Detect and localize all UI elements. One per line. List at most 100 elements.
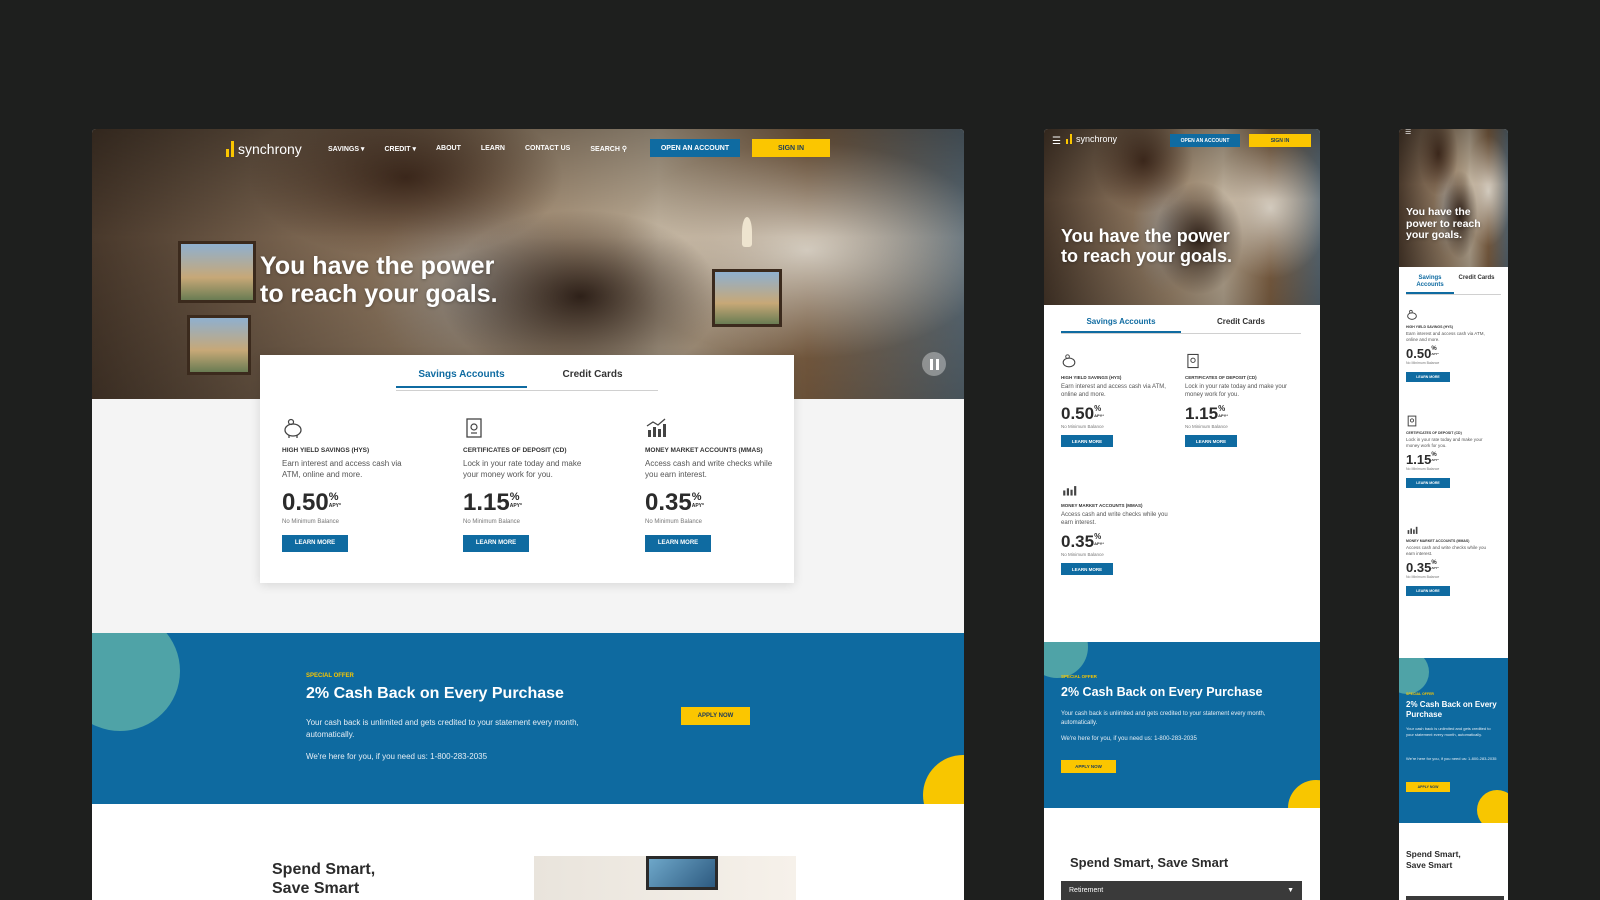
learn-more-button[interactable]: LEARN MORE <box>1061 563 1113 576</box>
hero-image <box>1044 129 1320 305</box>
chart-icon <box>646 418 666 437</box>
nav-savings[interactable]: SAVINGS ▾ <box>328 145 364 153</box>
hero-title: You have the power to reach your goals. <box>260 252 498 308</box>
product-description: Lock in your rate today and make your mo… <box>1406 437 1483 448</box>
tab-credit-cards[interactable]: Credit Cards <box>1181 317 1301 333</box>
product-note: No Minimum Balance <box>1061 552 1104 558</box>
product-mmas: MONEY MARKET ACCOUNTS (MMAS) Access cash… <box>1406 523 1501 597</box>
learn-more-button[interactable]: LEARN MORE <box>645 534 711 552</box>
decor-circle <box>1288 780 1320 808</box>
promo-body: Your cash back is unlimited and gets cre… <box>306 718 579 739</box>
tab-credit-cards[interactable]: Credit Cards <box>527 369 658 388</box>
brand-name: synchrony <box>238 141 302 157</box>
learn-more-button[interactable]: LEARN MORE <box>282 534 348 552</box>
wall-lamp <box>742 217 752 247</box>
framed-picture <box>646 856 718 890</box>
apply-now-button[interactable]: APPLY NOW <box>681 707 750 725</box>
hamburger-menu-icon[interactable]: ☰ <box>1405 129 1411 136</box>
decor-circle <box>92 633 180 731</box>
product-title: CERTIFICATES OF DEPOSIT (CD) <box>1406 431 1462 435</box>
product-description: Lock in your rate today and make your mo… <box>1185 384 1288 399</box>
product-tabs: Savings Accounts Credit Cards <box>1406 275 1499 295</box>
hamburger-menu-icon[interactable]: ☰ <box>1052 136 1061 147</box>
learn-more-button[interactable]: LEARN MORE <box>1406 371 1450 382</box>
product-title: MONEY MARKET ACCOUNTS (MMAS) <box>645 447 763 454</box>
rate-suffix: % APY* <box>692 489 704 509</box>
category-dropdown[interactable]: Retirement ▼ <box>1061 881 1302 900</box>
learn-more-button[interactable]: LEARN MORE <box>1185 435 1237 448</box>
product-tabs: Savings Accounts Credit Cards <box>396 369 658 388</box>
apply-now-button[interactable]: APPLY NOW <box>1061 760 1116 773</box>
certificate-icon <box>1407 415 1417 427</box>
main-nav: SAVINGS ▾ CREDIT ▾ ABOUT LEARN CONTACT U… <box>328 145 627 153</box>
promo-title: 2% Cash Back on Every Purchase <box>1061 685 1263 699</box>
products-card: Savings Accounts Credit Cards HIGH YIELD… <box>260 355 794 583</box>
product-note: No Minimum Balance <box>282 518 340 525</box>
promo-phone: We're here for you, if you need us: 1-80… <box>1406 756 1497 761</box>
sign-in-button[interactable]: SIGN IN <box>752 139 830 157</box>
learn-more-button[interactable]: LEARN MORE <box>1061 435 1113 448</box>
sign-in-button[interactable]: SIGN IN <box>1249 134 1311 147</box>
hero-title: You have the power to reach your goals. <box>1061 226 1233 266</box>
product-rate: 0.35 % APY* <box>645 489 795 517</box>
product-rate: 0.50 % APY* <box>282 489 432 517</box>
spend-smart-title: Spend Smart, Save Smart <box>272 861 376 898</box>
product-title: CERTIFICATES OF DEPOSIT (CD) <box>463 447 567 454</box>
nav-credit[interactable]: CREDIT ▾ <box>384 145 416 153</box>
tab-divider <box>396 390 658 391</box>
rate-value: 0.35 <box>1061 532 1095 552</box>
logo-mark-icon <box>1066 134 1072 144</box>
product-description: Access cash and write checks while you e… <box>1061 512 1168 527</box>
tab-savings-accounts[interactable]: Savings Accounts <box>396 369 527 388</box>
spend-smart-title: Spend Smart, Save Smart <box>1070 855 1229 870</box>
product-title: MONEY MARKET ACCOUNTS (MMAS) <box>1061 503 1143 508</box>
product-note: No Minimum Balance <box>1061 424 1104 430</box>
brand-logo[interactable]: synchrony <box>226 141 302 157</box>
piggy-bank-icon <box>1062 354 1076 368</box>
tab-credit-cards[interactable]: Credit Cards <box>1454 275 1499 294</box>
learn-more-button[interactable]: LEARN MORE <box>1406 585 1450 596</box>
product-description: Lock in your rate today and make your mo… <box>463 459 582 479</box>
nav-contact-us[interactable]: CONTACT US <box>525 145 570 153</box>
rate-suffix: % APY* <box>510 489 522 509</box>
product-note: No Minimum Balance <box>645 518 703 525</box>
chevron-down-icon: ▼ <box>1287 887 1294 894</box>
apply-now-button[interactable]: APPLY NOW <box>1406 782 1450 792</box>
tab-savings-accounts[interactable]: Savings Accounts <box>1061 317 1181 333</box>
percent-sign: % <box>1094 532 1102 542</box>
wall-picture <box>178 241 256 303</box>
rate-suffix: % APY* <box>1218 404 1228 418</box>
learn-more-button[interactable]: LEARN MORE <box>1406 477 1450 488</box>
product-title: CERTIFICATES OF DEPOSIT (CD) <box>1185 375 1257 380</box>
nav-about[interactable]: ABOUT <box>436 145 461 153</box>
brand-logo[interactable]: synchrony <box>1066 134 1117 144</box>
product-note: No Minimum Balance <box>1406 360 1440 365</box>
product-hys: HIGH YIELD SAVINGS (HYS) Earn interest a… <box>282 417 432 552</box>
nav-learn[interactable]: LEARN <box>481 145 505 153</box>
desktop-mockup: synchrony SAVINGS ▾ CREDIT ▾ ABOUT LEARN… <box>92 129 964 900</box>
rate-value: 1.15 <box>463 488 510 516</box>
tab-savings-accounts[interactable]: Savings Accounts <box>1406 275 1454 295</box>
rate-value: 0.50 <box>1061 404 1095 424</box>
apy-label: APY* <box>1094 541 1104 547</box>
open-account-button[interactable]: OPEN AN ACCOUNT <box>650 139 740 157</box>
pause-button[interactable] <box>922 352 946 376</box>
learn-more-button[interactable]: LEARN MORE <box>463 534 529 552</box>
product-note: No Minimum Balance <box>1406 574 1440 579</box>
chart-icon <box>1063 486 1077 496</box>
spend-smart-title: Spend Smart, Save Smart <box>1406 849 1461 871</box>
rate-suffix: % APY* <box>1431 452 1438 462</box>
wall-picture <box>187 315 251 375</box>
nav-search[interactable]: SEARCH ⚲ <box>590 145 627 153</box>
phone-mockup: ☰ You have the power to reach your goals… <box>1399 129 1508 900</box>
wall-picture <box>712 269 782 327</box>
product-description: Access cash and write checks while you e… <box>645 459 773 479</box>
promo-banner: SPECIAL OFFER 2% Cash Back on Every Purc… <box>92 633 964 804</box>
apy-label: APY* <box>509 502 522 509</box>
product-description: Earn interest and access cash via ATM, o… <box>1406 331 1485 342</box>
category-dropdown[interactable]: Retirement ▼ <box>1406 896 1504 900</box>
rate-suffix: % APY* <box>1431 560 1438 570</box>
product-rate: 1.15 % APY* <box>463 489 613 517</box>
open-account-button[interactable]: OPEN AN ACCOUNT <box>1170 134 1240 147</box>
promo-title: 2% Cash Back on Every Purchase <box>306 685 564 702</box>
